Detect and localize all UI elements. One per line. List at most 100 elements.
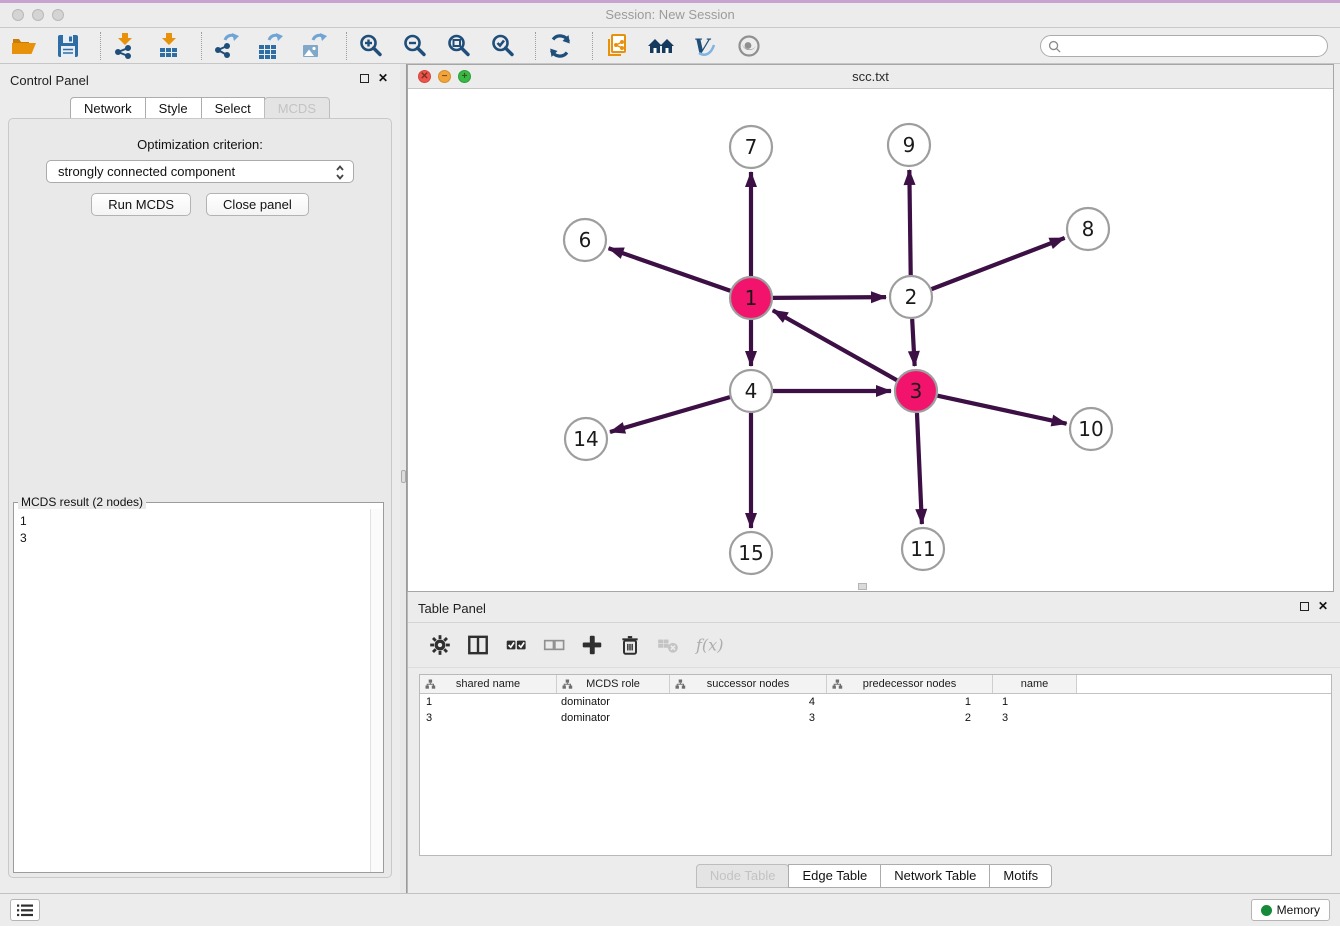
delete-table-icon[interactable] [656, 633, 680, 657]
cell-successor-nodes[interactable]: 4 [670, 694, 827, 710]
graph-edge-2-3[interactable] [912, 319, 915, 366]
cell-mcds-role[interactable]: dominator [557, 694, 670, 710]
open-session-icon[interactable] [10, 32, 38, 60]
graph-edge-3-10[interactable] [937, 396, 1066, 424]
cell-shared-name[interactable]: 3 [420, 710, 557, 726]
cell-name[interactable]: 1 [993, 694, 1077, 710]
graph-edge-4-14[interactable] [610, 397, 730, 432]
tab-network-table[interactable]: Network Table [880, 864, 990, 888]
cell-name[interactable]: 3 [993, 710, 1077, 726]
status-bar: Memory [0, 893, 1340, 926]
function-builder-icon[interactable]: f(x) [694, 633, 728, 657]
select-all-columns-icon[interactable] [504, 633, 528, 657]
table-options-icon[interactable] [428, 633, 452, 657]
column-header-successor-nodes[interactable]: successor nodes [670, 675, 827, 693]
optimization-criterion-select[interactable]: strongly connected component [46, 160, 354, 183]
graph-node-label-2: 2 [905, 285, 918, 309]
export-network-icon[interactable] [212, 32, 240, 60]
attribute-type-icon [425, 679, 436, 690]
cell-successor-nodes[interactable]: 3 [670, 710, 827, 726]
show-graphics-details-icon[interactable] [735, 32, 763, 60]
cell-shared-name[interactable]: 1 [420, 694, 557, 710]
network-graph[interactable]: 1234678910111415 [408, 89, 1333, 591]
zoom-in-icon[interactable] [357, 32, 385, 60]
graph-node-label-7: 7 [745, 135, 758, 159]
control-panel: Control Panel ✕ Network Style Select MCD… [0, 64, 400, 893]
unselect-all-columns-icon[interactable] [542, 633, 566, 657]
vizmapper-icon[interactable]: V [691, 32, 719, 60]
search-box[interactable] [1040, 35, 1328, 57]
result-scrollbar[interactable] [370, 509, 383, 872]
column-header-mcds-role[interactable]: MCDS role [557, 675, 670, 693]
delete-columns-icon[interactable] [618, 633, 642, 657]
canvas-resize-grip[interactable] [858, 583, 867, 590]
export-image-icon[interactable] [300, 32, 328, 60]
optimization-criterion-value: strongly connected component [58, 164, 235, 179]
graph-node-label-1: 1 [745, 286, 758, 310]
node-table[interactable]: shared name MCDS role successor nodes pr… [419, 674, 1332, 856]
network-view-window: ✕ − + scc.txt 1234678910111415 [407, 64, 1334, 592]
network-window-titlebar[interactable]: ✕ − + scc.txt [408, 65, 1333, 89]
graph-node-label-10: 10 [1078, 417, 1103, 441]
open-session-file-icon[interactable] [603, 32, 631, 60]
tab-motifs[interactable]: Motifs [989, 864, 1052, 888]
import-table-icon[interactable] [155, 32, 183, 60]
close-panel-button[interactable]: Close panel [206, 193, 309, 216]
task-history-button[interactable] [10, 899, 40, 921]
export-table-icon[interactable] [256, 32, 284, 60]
search-icon [1048, 40, 1061, 53]
graph-edge-1-6[interactable] [609, 248, 731, 290]
table-panel-title: Table Panel [418, 601, 486, 616]
search-input[interactable] [1065, 39, 1315, 53]
tab-node-table[interactable]: Node Table [696, 864, 790, 888]
table-row[interactable]: 1 dominator 4 1 1 [420, 694, 1331, 710]
zoom-selected-icon[interactable] [489, 32, 517, 60]
app-titlebar: Session: New Session [0, 3, 1340, 28]
create-column-icon[interactable] [580, 633, 604, 657]
graph-node-label-3: 3 [910, 379, 923, 403]
graph-edge-3-1[interactable] [773, 310, 897, 380]
home-icon[interactable] [647, 32, 675, 60]
memory-button[interactable]: Memory [1251, 899, 1330, 921]
graph-node-label-9: 9 [903, 133, 916, 157]
task-list-icon [17, 904, 33, 917]
mcds-result-area[interactable]: 1 3 [14, 509, 383, 872]
svg-text:f(x): f(x) [695, 636, 723, 655]
zoom-out-icon[interactable] [401, 32, 429, 60]
close-table-panel-icon[interactable]: ✕ [1318, 601, 1328, 611]
float-table-panel-icon[interactable] [1300, 602, 1309, 611]
cell-mcds-role[interactable]: dominator [557, 710, 670, 726]
panel-divider[interactable] [400, 64, 407, 893]
graph-edge-1-2[interactable] [773, 297, 886, 298]
graph-edge-2-8[interactable] [932, 238, 1065, 289]
tab-edge-table[interactable]: Edge Table [788, 864, 881, 888]
cell-predecessor-nodes[interactable]: 2 [827, 710, 993, 726]
graph-node-label-14: 14 [573, 427, 598, 451]
column-header-shared-name[interactable]: shared name [420, 675, 557, 693]
column-header-predecessor-nodes[interactable]: predecessor nodes [827, 675, 993, 693]
control-panel-title: Control Panel [10, 73, 89, 88]
column-header-name[interactable]: name [993, 675, 1077, 693]
select-stepper-icon [334, 164, 346, 181]
toolbar-separator [201, 32, 202, 60]
run-mcds-button[interactable]: Run MCDS [91, 193, 191, 216]
divider-grip[interactable] [401, 470, 406, 483]
zoom-fit-content-icon[interactable] [445, 32, 473, 60]
network-window-title: scc.txt [408, 65, 1333, 89]
optimization-criterion-label: Optimization criterion: [9, 137, 391, 152]
cell-predecessor-nodes[interactable]: 1 [827, 694, 993, 710]
graph-edge-2-9[interactable] [909, 170, 910, 275]
network-canvas[interactable]: 1234678910111415 [408, 89, 1333, 591]
save-session-icon[interactable] [54, 32, 82, 60]
mcds-result-title: MCDS result (2 nodes) [18, 495, 146, 509]
import-network-icon[interactable] [111, 32, 139, 60]
refresh-view-icon[interactable] [546, 32, 574, 60]
graph-edge-3-11[interactable] [917, 413, 922, 524]
close-panel-icon[interactable]: ✕ [378, 73, 388, 83]
float-panel-icon[interactable] [360, 74, 369, 83]
show-columns-icon[interactable] [466, 633, 490, 657]
table-toolbar: f(x) [408, 622, 1340, 668]
toolbar-separator [346, 32, 347, 60]
toolbar-separator [592, 32, 593, 60]
table-row[interactable]: 3 dominator 3 2 3 [420, 710, 1331, 726]
